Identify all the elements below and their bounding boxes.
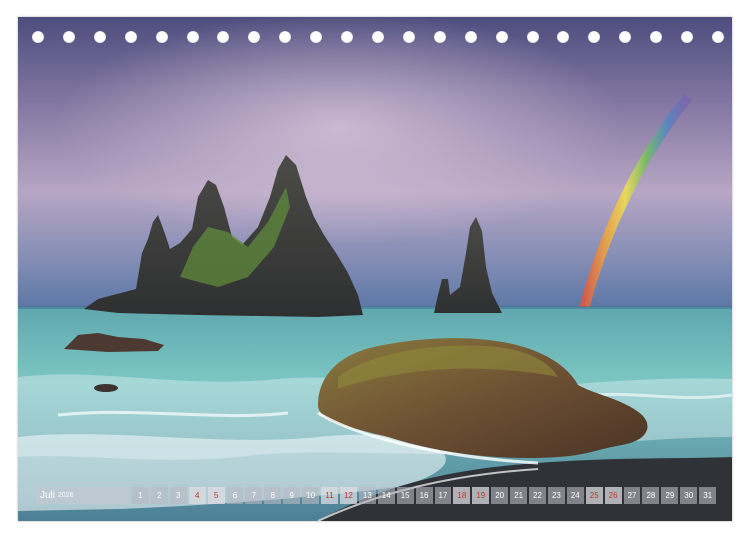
day-cell: 26 [604, 487, 622, 504]
day-cell: 11 [321, 487, 338, 504]
day-number: 10 [306, 491, 316, 500]
day-cell: 30 [680, 487, 698, 504]
month-year: 2026 [58, 492, 74, 499]
day-cell: 24 [566, 487, 584, 504]
binding-hole [248, 31, 261, 43]
day-number: 15 [400, 491, 410, 500]
day-cell: 6 [226, 487, 244, 504]
binding-hole [526, 31, 539, 43]
day-number: 7 [251, 491, 257, 500]
day-cell: 31 [699, 487, 717, 504]
day-number: 4 [194, 491, 200, 500]
day-cell: 29 [661, 487, 679, 504]
day-number: 30 [684, 491, 694, 500]
binding-holes [18, 31, 732, 49]
day-number: 12 [343, 491, 353, 500]
binding-hole [341, 31, 354, 43]
day-number: 2 [157, 491, 162, 500]
month-name: Juli [40, 490, 56, 501]
day-number: 3 [176, 491, 181, 500]
day-number: 26 [608, 491, 618, 500]
day-cell: 27 [623, 487, 641, 504]
day-cell: 15 [396, 487, 414, 504]
binding-hole [557, 31, 570, 43]
day-cell: 1 [132, 487, 149, 504]
day-number: 14 [381, 491, 391, 500]
day-number: 13 [362, 491, 372, 500]
day-number: 25 [589, 491, 599, 500]
day-number: 1 [138, 491, 143, 500]
day-cell: 10 [302, 487, 320, 504]
day-number: 31 [703, 491, 713, 500]
day-cell: 21 [510, 487, 528, 504]
binding-hole [402, 31, 415, 43]
day-cell: 13 [358, 487, 376, 504]
day-cell: 5 [207, 487, 225, 504]
day-cell: 8 [264, 487, 282, 504]
day-cell: 23 [547, 487, 565, 504]
day-cells: 1 2 3 4 5 6 7 8 9 10 11 12 13 14 15 16 17 18 19 20 21 22 23 24 2… [132, 487, 717, 504]
day-number: 21 [514, 491, 524, 500]
binding-hole [124, 31, 137, 43]
day-number: 27 [627, 491, 637, 500]
day-number: 16 [419, 491, 429, 500]
day-number: 17 [438, 491, 448, 500]
binding-hole [650, 31, 663, 43]
landscape-photo [18, 17, 732, 521]
day-number: 20 [495, 491, 505, 500]
binding-hole [619, 31, 632, 43]
day-cell: 17 [434, 487, 452, 504]
day-cell: 18 [453, 487, 471, 504]
day-cell: 16 [415, 487, 433, 504]
day-number: 28 [646, 491, 656, 500]
day-cell: 7 [245, 487, 263, 504]
binding-hole [588, 31, 601, 43]
calendar-page: Juli 2026 1 2 3 4 5 6 7 8 9 10 11 12 13 14 15 16 17 18 19 2… [0, 0, 750, 539]
binding-hole [310, 31, 323, 43]
day-cell: 19 [472, 487, 490, 504]
binding-hole [433, 31, 446, 43]
day-cell: 22 [529, 487, 546, 504]
day-cell: 14 [377, 487, 395, 504]
day-number: 8 [270, 491, 276, 500]
binding-hole [495, 31, 508, 43]
binding-hole [217, 31, 230, 43]
day-cell: 12 [339, 487, 357, 504]
sea-stacks-rainbow-image [18, 17, 732, 521]
day-number: 22 [533, 491, 542, 500]
binding-hole [32, 31, 44, 43]
binding-hole [186, 31, 199, 43]
day-cell: 20 [491, 487, 509, 504]
day-cell: 28 [642, 487, 660, 504]
day-number: 23 [551, 491, 561, 500]
calendar-strip: Juli 2026 1 2 3 4 5 6 7 8 9 10 11 12 13 14 15 16 17 18 19 2… [36, 487, 717, 504]
binding-hole [62, 31, 75, 43]
day-number: 5 [213, 491, 219, 500]
day-number: 19 [476, 491, 486, 500]
day-cell: 3 [169, 487, 187, 504]
binding-hole [681, 31, 694, 43]
day-number: 11 [325, 491, 334, 500]
binding-hole [464, 31, 477, 43]
binding-hole [155, 31, 168, 43]
day-number: 24 [570, 491, 580, 500]
month-label: Juli 2026 [36, 487, 130, 504]
day-number: 9 [289, 491, 294, 500]
day-number: 29 [665, 491, 675, 500]
day-cell: 4 [188, 487, 206, 504]
day-cell: 25 [585, 487, 603, 504]
binding-hole [372, 31, 384, 43]
binding-hole [279, 31, 292, 43]
day-number: 18 [457, 491, 467, 500]
day-cell: 9 [283, 487, 301, 504]
binding-hole [712, 31, 724, 43]
binding-hole [93, 31, 106, 43]
day-number: 6 [232, 491, 238, 500]
day-cell: 2 [150, 487, 168, 504]
